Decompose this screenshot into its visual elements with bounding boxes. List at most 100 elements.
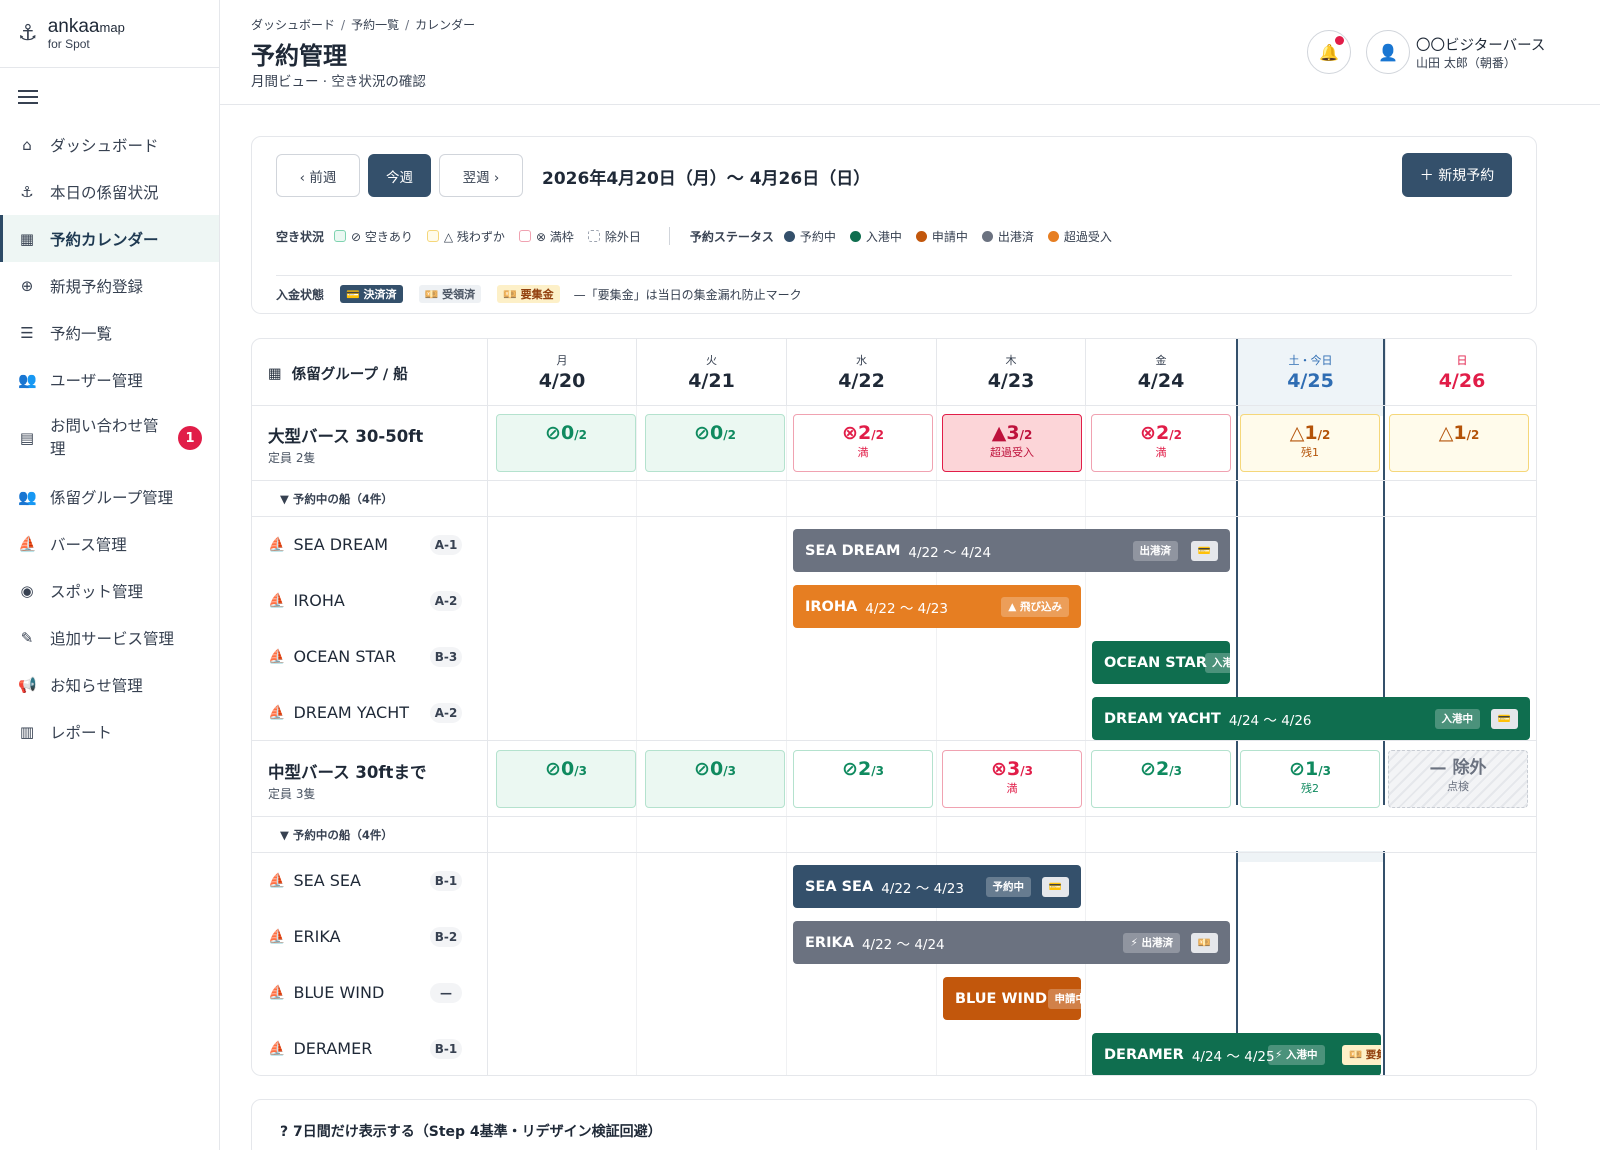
sidebar-item-dashboard[interactable]: ⌂ ダッシュボード	[0, 121, 219, 168]
corner-label: 係留グループ / 船	[291, 367, 408, 383]
reservation-sub-header[interactable]: ▼ 予約中の船（4件）	[280, 491, 393, 507]
boat-row[interactable]: ⛵ IROHA	[268, 591, 345, 610]
calendar-toolbar-card: ‹ 前週 今週 翌週 › 2026年4月20日（月）〜 4月26日（日） ＋ 新…	[251, 136, 1537, 314]
group-name[interactable]: 大型バース 30-50ft	[268, 423, 423, 447]
availability-cell[interactable]: ⊘0/3	[645, 750, 785, 808]
availability-cell[interactable]: ⊗2/2 満	[1091, 414, 1231, 472]
breadcrumb-dashboard[interactable]: ダッシュボード	[251, 18, 335, 32]
this-week-button[interactable]: 今週	[368, 154, 431, 197]
boat-row[interactable]: ⛵ BLUE WIND	[268, 983, 384, 1002]
sidebar-item-mooring-groups[interactable]: 👥 係留グループ管理	[0, 473, 219, 520]
page-title: 予約管理	[251, 42, 347, 70]
sidebar-item-label: ユーザー管理	[50, 371, 143, 390]
group-name[interactable]: 中型バース 30ftまで	[268, 759, 426, 783]
sidebar-item-berths[interactable]: ⛵ バース管理	[0, 520, 219, 567]
status-tag: ▲ 飛び込み	[1001, 596, 1069, 617]
sidebar-item-notices[interactable]: 📢 お知らせ管理	[0, 661, 219, 708]
berth-code: B-1	[430, 871, 462, 891]
availability-cell[interactable]: ⊘2/3	[793, 750, 933, 808]
corner-header: ▦ 係留グループ / 船	[268, 363, 408, 384]
calendar-icon: ▦	[19, 229, 35, 248]
boat-row[interactable]: ⛵ OCEAN STAR	[268, 647, 396, 666]
day-header-sun: 日 4/26	[1385, 339, 1536, 405]
sidebar-nav: ⌂ ダッシュボード ⚓ 本日の係留状況 ▦ 予約カレンダー ⊕ 新規予約登録 ☰ 予約一覧…	[0, 121, 219, 755]
boat-icon: ⛵	[268, 984, 286, 1001]
availability-legend-label: 空き状況	[276, 229, 325, 244]
sidebar-item-reservation-list[interactable]: ☰ 予約一覧	[0, 309, 219, 356]
new-reservation-button[interactable]: ＋ 新規予約	[1402, 153, 1512, 197]
status-tag: ⚡ 入港中	[1268, 1044, 1325, 1065]
sidebar-item-reports[interactable]: ▥ レポート	[0, 708, 219, 755]
day-header-sat-today: 土・今日 4/25	[1236, 339, 1385, 405]
boat-row[interactable]: ⛵ SEA DREAM	[268, 535, 388, 554]
logo-small: map	[99, 20, 125, 35]
reservation-bar[interactable]: SEA DREAM 4/22 〜 4/24 出港済 💳	[793, 529, 1230, 572]
legend-status-reserved: 予約中	[799, 229, 836, 244]
availability-cell[interactable]: ⊗2/2 満	[793, 414, 933, 472]
notification-button[interactable]: 🔔	[1307, 30, 1351, 74]
availability-cell[interactable]: ▲3/2 超過受入	[942, 414, 1082, 472]
availability-cell[interactable]: ⊘0/3	[496, 750, 636, 808]
status-tag: 入港	[1205, 652, 1230, 673]
boat-row[interactable]: ⛵ ERIKA	[268, 927, 341, 946]
availability-cell[interactable]: ⊘0/2	[645, 414, 785, 472]
sidebar-item-label: 係留グループ管理	[50, 488, 174, 507]
sidebar-item-inquiries[interactable]: ▤ お問い合わせ管理 1	[0, 403, 219, 473]
berth-code: A-2	[430, 591, 462, 611]
group-icon: 👥	[18, 487, 37, 506]
day-header-tue: 火 4/21	[636, 339, 786, 405]
day-header-mon: 月 4/20	[487, 339, 636, 405]
sidebar-item-label: 新規予約登録	[50, 277, 144, 296]
sidebar-item-new-reservation[interactable]: ⊕ 新規予約登録	[0, 262, 219, 309]
reservation-bar[interactable]: ERIKA 4/22 〜 4/24 ⚡ 出港済 💴	[793, 921, 1230, 964]
excluded-day-cell: — 除外 点検	[1388, 750, 1528, 808]
berth-code: —	[430, 983, 462, 1003]
availability-cell[interactable]: ⊘0/2	[496, 414, 636, 472]
reservation-bar[interactable]: DERAMER4/24 〜 4/25 ⚡ 入港中 💴 要集	[1092, 1033, 1381, 1075]
users-icon: 👥	[18, 370, 37, 389]
payment-collect-tag: 💴 要集	[1342, 1044, 1381, 1065]
availability-cell[interactable]: ⊘1/3 残2	[1240, 750, 1380, 808]
reservation-bar[interactable]: IROHA 4/22 〜 4/23 ▲ 飛び込み	[793, 585, 1081, 628]
payment-note: —「要集金」は当日の集金漏れ防止マーク	[573, 287, 802, 302]
reservation-bar[interactable]: SEA SEA 4/22 〜 4/23 予約中 💳	[793, 865, 1081, 908]
breadcrumb-list[interactable]: 予約一覧	[351, 18, 399, 32]
legend-available: ⊘ 空きあり	[351, 229, 413, 244]
prev-week-button[interactable]: ‹ 前週	[276, 154, 360, 197]
status-tag: 出港済	[1132, 540, 1178, 561]
logo-sub: for Spot	[47, 37, 90, 51]
payment-tag-paid: 💳 決済済	[340, 285, 403, 303]
availability-cell[interactable]: ⊗3/3 満	[942, 750, 1082, 808]
boat-row[interactable]: ⛵ DERAMER	[268, 1039, 372, 1058]
boat-row[interactable]: ⛵ DREAM YACHT	[268, 703, 409, 722]
sidebar-item-services[interactable]: ✎ 追加サービス管理	[0, 614, 219, 661]
reservation-sub-header[interactable]: ▼ 予約中の船（4件）	[280, 827, 393, 843]
boat-icon: ⛵	[268, 648, 286, 665]
availability-legend: 空き状況 ⊘ 空きあり △ 残わずか ⊗ 満枠 除外日 予約ステータス 予約中 …	[276, 227, 1120, 245]
collapsed-section-card[interactable]: ? 7日間だけ表示する（Step 4基準・リデザイン検証回避）	[251, 1099, 1537, 1150]
app-logo[interactable]: ⚓ ankaamap for Spot	[0, 0, 219, 68]
boat-icon: ⛵	[268, 928, 286, 945]
next-week-button[interactable]: 翌週 ›	[439, 154, 523, 197]
pin-icon: ◉	[20, 581, 34, 600]
sidebar-item-label: お知らせ管理	[50, 676, 143, 695]
sidebar-item-today-mooring[interactable]: ⚓ 本日の係留状況	[0, 168, 219, 215]
user-role: 山田 太郎（朝番）	[1416, 56, 1516, 70]
reservation-bar[interactable]: OCEAN STAR 入港	[1092, 641, 1230, 684]
availability-cell[interactable]: △1/2 残1	[1240, 414, 1380, 472]
boat-icon: ⛵	[268, 536, 286, 553]
payment-icon: 💳	[1190, 540, 1218, 561]
user-avatar-button[interactable]: 👤	[1366, 30, 1410, 74]
sidebar-item-spots[interactable]: ◉ スポット管理	[0, 567, 219, 614]
list-icon: ☰	[20, 323, 34, 342]
hamburger-menu-icon[interactable]	[18, 90, 38, 104]
sidebar-item-reservation-calendar[interactable]: ▦ 予約カレンダー	[0, 215, 219, 262]
reservation-bar[interactable]: BLUE WIND 申請中	[943, 977, 1081, 1020]
boat-row[interactable]: ⛵ SEA SEA	[268, 871, 361, 890]
sidebar-item-users[interactable]: 👥 ユーザー管理	[0, 356, 219, 403]
availability-cell[interactable]: ⊘2/3	[1091, 750, 1231, 808]
chat-icon: ▤	[19, 429, 35, 447]
payment-legend: 入金状態 💳 決済済 💴 受領済 💴 要集金 —「要集金」は当日の集金漏れ防止マ…	[276, 285, 802, 303]
availability-cell[interactable]: △1/2	[1389, 414, 1529, 472]
reservation-bar[interactable]: DREAM YACHT 4/24 〜 4/26 入港中 💳	[1092, 697, 1530, 740]
